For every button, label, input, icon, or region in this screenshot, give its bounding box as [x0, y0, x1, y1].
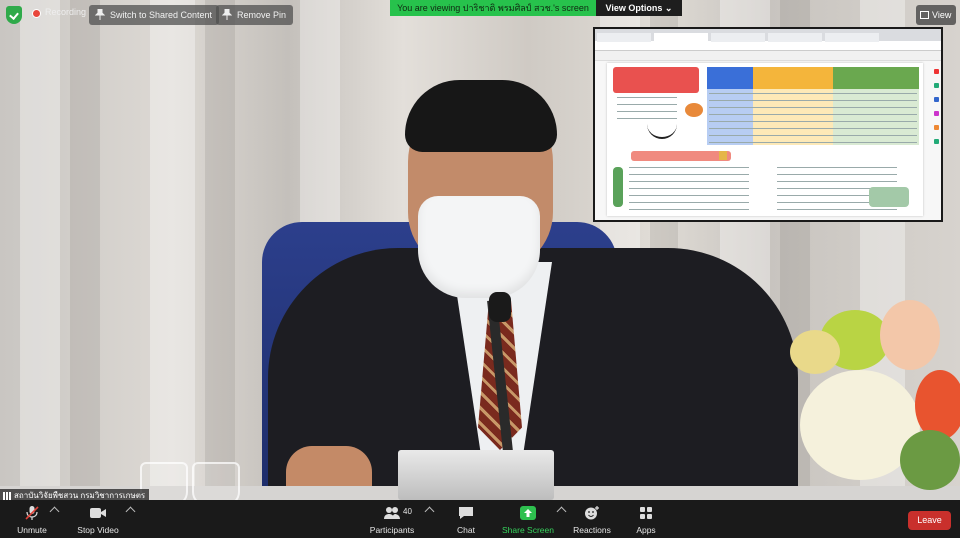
camera-icon: [90, 508, 106, 518]
participants-button[interactable]: Participants: [366, 500, 418, 538]
leave-button[interactable]: Leave: [908, 511, 951, 530]
share-screen-icon: [520, 506, 536, 520]
caret-up-icon[interactable]: [424, 506, 435, 517]
pin-icon: [95, 9, 105, 20]
shield-icon[interactable]: [6, 6, 22, 24]
shared-screen-thumbnail[interactable]: [593, 27, 943, 222]
participants-count: 40: [403, 507, 412, 516]
caret-up-icon[interactable]: [556, 506, 567, 517]
view-grid-icon: [920, 11, 929, 19]
switch-to-shared-content-button[interactable]: Switch to Shared Content: [89, 5, 220, 25]
stop-video-button[interactable]: Stop Video: [70, 500, 126, 538]
viewing-screen-banner: You are viewing ปาริชาติ พรมศิลป์ สวช.'s…: [390, 0, 596, 16]
view-options-button[interactable]: View Options ⌄: [596, 0, 682, 16]
chat-icon: [459, 507, 473, 519]
microphone: [489, 292, 511, 322]
shared-slide: [607, 63, 923, 216]
remove-pin-button[interactable]: Remove Pin: [216, 5, 294, 25]
signal-bars-icon: [3, 492, 11, 500]
reactions-icon: [585, 506, 599, 520]
apps-icon: [640, 507, 652, 519]
unmute-button[interactable]: Unmute: [8, 500, 56, 538]
reactions-button[interactable]: Reactions: [568, 500, 616, 538]
share-screen-button[interactable]: Share Screen: [500, 500, 556, 538]
chat-button[interactable]: Chat: [446, 500, 486, 538]
recording-icon: [32, 9, 41, 18]
caret-up-icon[interactable]: [125, 506, 136, 517]
face-mask: [418, 196, 540, 298]
view-button[interactable]: View: [916, 5, 956, 25]
apps-button[interactable]: Apps: [628, 500, 664, 538]
pin-icon: [222, 9, 232, 20]
recording-label: Recording: [45, 7, 87, 17]
microphone-muted-icon: [25, 506, 39, 520]
microphone-base: [398, 450, 554, 500]
participants-icon: [384, 507, 400, 519]
meeting-toolbar: Unmute Stop Video Participants 40 Chat S…: [0, 500, 960, 538]
